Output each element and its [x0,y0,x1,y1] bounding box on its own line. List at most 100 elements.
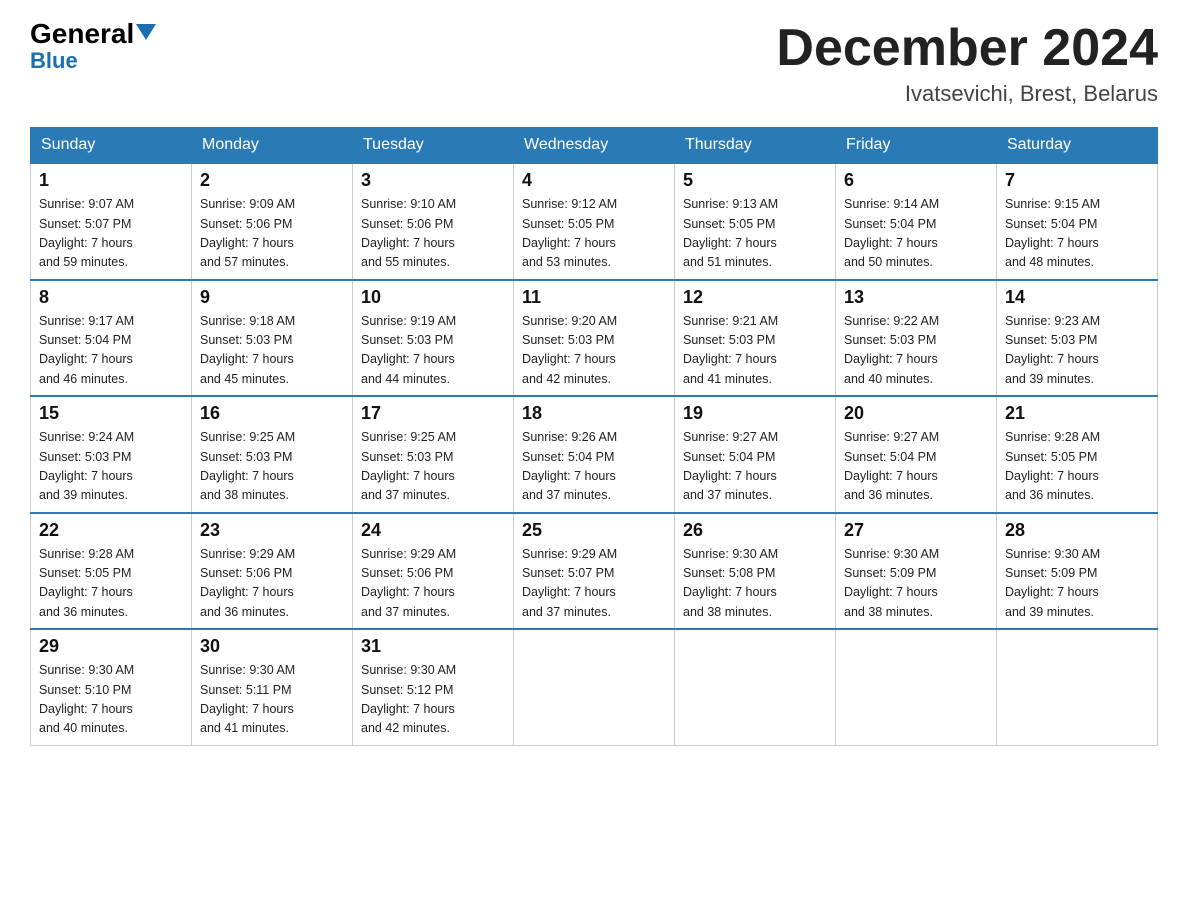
day-info: Sunrise: 9:23 AMSunset: 5:03 PMDaylight:… [1005,312,1149,390]
calendar-cell: 3Sunrise: 9:10 AMSunset: 5:06 PMDaylight… [353,163,514,280]
day-number: 8 [39,287,183,308]
calendar-cell: 15Sunrise: 9:24 AMSunset: 5:03 PMDayligh… [31,396,192,513]
day-number: 1 [39,170,183,191]
day-number: 14 [1005,287,1149,308]
day-number: 17 [361,403,505,424]
day-info: Sunrise: 9:29 AMSunset: 5:07 PMDaylight:… [522,545,666,623]
page-header: General Blue December 2024 Ivatsevichi, … [30,20,1158,107]
logo-triangle-icon [136,24,156,40]
day-number: 29 [39,636,183,657]
day-number: 15 [39,403,183,424]
col-wednesday: Wednesday [514,128,675,164]
col-saturday: Saturday [997,128,1158,164]
calendar-week-row: 8 Sunrise: 9:17 AMSunset: 5:04 PMDaylight… [31,280,1158,397]
calendar-body: 1 Sunrise: 9:07 AMSunset: 5:07 PMDaylight… [31,163,1158,745]
calendar-cell: 20Sunrise: 9:27 AMSunset: 5:04 PMDayligh… [836,396,997,513]
calendar-cell: 30 Sunrise: 9:30 AMSunset: 5:11 PMDayligh… [192,629,353,745]
day-number: 7 [1005,170,1149,191]
day-info: Sunrise: 9:14 AMSunset: 5:04 PMDaylight:… [844,195,988,273]
day-number: 26 [683,520,827,541]
day-number: 10 [361,287,505,308]
col-sunday: Sunday [31,128,192,164]
calendar-cell: 22 Sunrise: 9:28 AMSunset: 5:05 PMDayligh… [31,513,192,630]
calendar-week-row: 29 Sunrise: 9:30 AMSunset: 5:10 PMDayligh… [31,629,1158,745]
calendar-cell [514,629,675,745]
calendar-cell: 7 Sunrise: 9:15 AMSunset: 5:04 PMDaylight… [997,163,1158,280]
calendar-cell: 28Sunrise: 9:30 AMSunset: 5:09 PMDayligh… [997,513,1158,630]
day-number: 6 [844,170,988,191]
day-info: Sunrise: 9:25 AMSunset: 5:03 PMDaylight:… [361,428,505,506]
day-number: 21 [1005,403,1149,424]
calendar-cell: 6 Sunrise: 9:14 AMSunset: 5:04 PMDaylight… [836,163,997,280]
calendar-week-row: 1 Sunrise: 9:07 AMSunset: 5:07 PMDaylight… [31,163,1158,280]
calendar-cell: 17 Sunrise: 9:25 AMSunset: 5:03 PMDayligh… [353,396,514,513]
day-number: 2 [200,170,344,191]
day-info: Sunrise: 9:28 AMSunset: 5:05 PMDaylight:… [39,545,183,623]
day-number: 4 [522,170,666,191]
day-info: Sunrise: 9:28 AMSunset: 5:05 PMDaylight:… [1005,428,1149,506]
day-info: Sunrise: 9:12 AMSunset: 5:05 PMDaylight:… [522,195,666,273]
calendar-cell: 16Sunrise: 9:25 AMSunset: 5:03 PMDayligh… [192,396,353,513]
calendar-cell: 14 Sunrise: 9:23 AMSunset: 5:03 PMDayligh… [997,280,1158,397]
day-info: Sunrise: 9:30 AMSunset: 5:11 PMDaylight:… [200,661,344,739]
calendar-cell [997,629,1158,745]
calendar-week-row: 15Sunrise: 9:24 AMSunset: 5:03 PMDayligh… [31,396,1158,513]
calendar-cell [675,629,836,745]
logo: General Blue [30,20,156,74]
day-info: Sunrise: 9:18 AMSunset: 5:03 PMDaylight:… [200,312,344,390]
day-number: 19 [683,403,827,424]
calendar-cell: 27Sunrise: 9:30 AMSunset: 5:09 PMDayligh… [836,513,997,630]
calendar-cell: 25 Sunrise: 9:29 AMSunset: 5:07 PMDayligh… [514,513,675,630]
calendar-table: Sunday Monday Tuesday Wednesday Thursday… [30,127,1158,746]
calendar-cell: 12Sunrise: 9:21 AMSunset: 5:03 PMDayligh… [675,280,836,397]
day-number: 24 [361,520,505,541]
logo-blue: Blue [30,48,78,74]
calendar-subtitle: Ivatsevichi, Brest, Belarus [776,81,1158,107]
calendar-header-row: Sunday Monday Tuesday Wednesday Thursday… [31,128,1158,164]
day-info: Sunrise: 9:19 AMSunset: 5:03 PMDaylight:… [361,312,505,390]
day-info: Sunrise: 9:20 AMSunset: 5:03 PMDaylight:… [522,312,666,390]
day-number: 28 [1005,520,1149,541]
calendar-cell: 29 Sunrise: 9:30 AMSunset: 5:10 PMDayligh… [31,629,192,745]
title-block: December 2024 Ivatsevichi, Brest, Belaru… [776,20,1158,107]
day-number: 18 [522,403,666,424]
calendar-cell: 9Sunrise: 9:18 AMSunset: 5:03 PMDaylight… [192,280,353,397]
day-number: 3 [361,170,505,191]
col-thursday: Thursday [675,128,836,164]
day-number: 30 [200,636,344,657]
day-number: 12 [683,287,827,308]
calendar-cell: 8 Sunrise: 9:17 AMSunset: 5:04 PMDaylight… [31,280,192,397]
calendar-cell: 1 Sunrise: 9:07 AMSunset: 5:07 PMDaylight… [31,163,192,280]
day-info: Sunrise: 9:30 AMSunset: 5:10 PMDaylight:… [39,661,183,739]
day-number: 11 [522,287,666,308]
calendar-cell: 24 Sunrise: 9:29 AMSunset: 5:06 PMDayligh… [353,513,514,630]
day-info: Sunrise: 9:27 AMSunset: 5:04 PMDaylight:… [683,428,827,506]
calendar-title: December 2024 [776,20,1158,77]
day-info: Sunrise: 9:30 AMSunset: 5:08 PMDaylight:… [683,545,827,623]
calendar-cell: 11 Sunrise: 9:20 AMSunset: 5:03 PMDayligh… [514,280,675,397]
calendar-cell [836,629,997,745]
calendar-cell: 5Sunrise: 9:13 AMSunset: 5:05 PMDaylight… [675,163,836,280]
calendar-cell: 13Sunrise: 9:22 AMSunset: 5:03 PMDayligh… [836,280,997,397]
day-info: Sunrise: 9:13 AMSunset: 5:05 PMDaylight:… [683,195,827,273]
day-number: 25 [522,520,666,541]
day-info: Sunrise: 9:30 AMSunset: 5:09 PMDaylight:… [844,545,988,623]
day-info: Sunrise: 9:27 AMSunset: 5:04 PMDaylight:… [844,428,988,506]
day-number: 22 [39,520,183,541]
calendar-cell: 31Sunrise: 9:30 AMSunset: 5:12 PMDayligh… [353,629,514,745]
calendar-cell: 18Sunrise: 9:26 AMSunset: 5:04 PMDayligh… [514,396,675,513]
calendar-cell: 4 Sunrise: 9:12 AMSunset: 5:05 PMDaylight… [514,163,675,280]
col-tuesday: Tuesday [353,128,514,164]
day-number: 31 [361,636,505,657]
day-info: Sunrise: 9:29 AMSunset: 5:06 PMDaylight:… [200,545,344,623]
calendar-cell: 19 Sunrise: 9:27 AMSunset: 5:04 PMDayligh… [675,396,836,513]
day-info: Sunrise: 9:17 AMSunset: 5:04 PMDaylight:… [39,312,183,390]
day-info: Sunrise: 9:29 AMSunset: 5:06 PMDaylight:… [361,545,505,623]
calendar-week-row: 22 Sunrise: 9:28 AMSunset: 5:05 PMDayligh… [31,513,1158,630]
day-info: Sunrise: 9:07 AMSunset: 5:07 PMDaylight:… [39,195,183,273]
day-number: 23 [200,520,344,541]
day-info: Sunrise: 9:15 AMSunset: 5:04 PMDaylight:… [1005,195,1149,273]
calendar-cell: 21 Sunrise: 9:28 AMSunset: 5:05 PMDayligh… [997,396,1158,513]
day-info: Sunrise: 9:25 AMSunset: 5:03 PMDaylight:… [200,428,344,506]
calendar-cell: 23 Sunrise: 9:29 AMSunset: 5:06 PMDayligh… [192,513,353,630]
